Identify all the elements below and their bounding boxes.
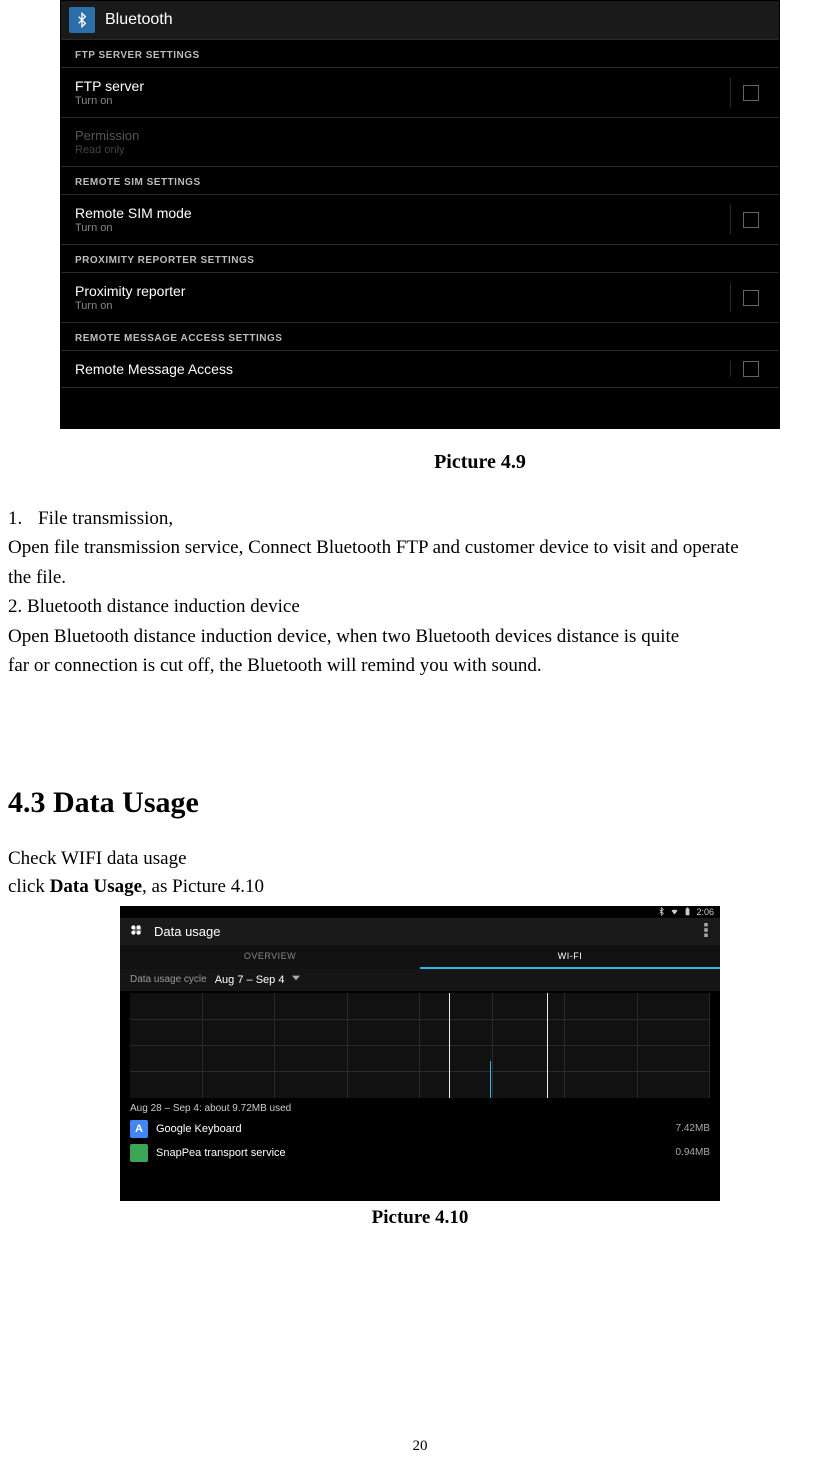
paragraph: Open file transmission service, Connect … [8,533,832,562]
row-title: Remote Message Access [75,361,718,377]
app-size: 7.42MB [676,1123,710,1134]
list-number: 1. [8,504,38,533]
cycle-label: Data usage cycle [130,974,207,985]
tab-overview[interactable]: OVERVIEW [120,945,420,969]
paragraph-line: Check WIFI data usage [8,845,832,874]
row-title: Permission [75,128,765,143]
paragraph: far or connection is cut off, the Blueto… [8,651,832,680]
body-text: 1. File transmission, Open file transmis… [0,504,840,681]
app-icon [130,1144,148,1162]
paragraph: the file. [8,563,832,592]
section-header: REMOTE MESSAGE ACCESS SETTINGS [61,323,779,351]
page-number: 20 [0,1438,840,1455]
status-time: 2:06 [696,907,714,917]
app-size: 0.94MB [676,1147,710,1158]
row-subtitle: Turn on [75,95,718,107]
checkbox[interactable] [743,212,759,228]
row-subtitle: Turn on [75,222,718,234]
row-title: Proximity reporter [75,283,718,299]
bluetooth-status-icon [657,907,666,916]
data-usage-header: Data usage [120,918,720,945]
settings-row-permission: Permission Read only [61,118,779,167]
cycle-value: Aug 7 – Sep 4 [215,974,285,986]
dropdown-caret-icon [292,974,300,985]
checkbox[interactable] [743,85,759,101]
settings-row-remote-message[interactable]: Remote Message Access [61,351,779,388]
tab-wifi[interactable]: WI-FI [420,945,720,969]
row-subtitle: Read only [75,144,765,156]
list-item-title: File transmission, [38,504,173,533]
checkbox[interactable] [743,361,759,377]
bluetooth-icon [69,7,95,33]
app-usage-row[interactable]: A Google Keyboard 7.42MB [120,1117,720,1141]
tabs: OVERVIEW WI-FI [120,945,720,969]
figure-caption: Picture 4.10 [0,1207,840,1229]
settings-row-remote-sim[interactable]: Remote SIM mode Turn on [61,195,779,245]
section-header: FTP SERVER SETTINGS [61,40,779,68]
paragraph: Open Bluetooth distance induction device… [8,622,832,651]
paragraph-line: click Data Usage, as Picture 4.10 [8,873,832,902]
wifi-status-icon [670,907,679,916]
data-usage-title: Data usage [154,924,690,939]
list-item-title: 2. Bluetooth distance induction device [8,592,832,621]
section-header: PROXIMITY REPORTER SETTINGS [61,245,779,273]
app-usage-row[interactable]: SnapPea transport service 0.94MB [120,1141,720,1165]
app-icon: A [130,1120,148,1138]
bluetooth-title: Bluetooth [105,11,173,29]
settings-row-proximity[interactable]: Proximity reporter Turn on [61,273,779,323]
section-heading: 4.3 Data Usage [0,786,840,820]
bluetooth-header: Bluetooth [61,1,779,40]
range-summary: Aug 28 – Sep 4: about 9.72MB used [120,1100,720,1117]
usage-chart[interactable] [130,993,710,1098]
checkbox[interactable] [743,290,759,306]
overflow-menu-icon[interactable] [700,923,712,940]
data-cycle-row[interactable]: Data usage cycle Aug 7 – Sep 4 [120,969,720,991]
settings-row-ftp-server[interactable]: FTP server Turn on [61,68,779,118]
data-usage-screenshot: 2:06 Data usage OVERVIEW WI-FI Data usag… [120,906,720,1201]
figure-caption: Picture 4.9 [0,451,840,474]
app-name: Google Keyboard [156,1123,668,1135]
status-bar: 2:06 [120,906,720,918]
chart-selection-handles[interactable] [449,993,548,1098]
row-title: Remote SIM mode [75,205,718,221]
battery-status-icon [683,907,692,916]
app-name: SnapPea transport service [156,1147,668,1159]
back-icon[interactable] [128,922,144,941]
paragraph: Check WIFI data usage click Data Usage, … [0,845,840,902]
row-title: FTP server [75,78,718,94]
section-header: REMOTE SIM SETTINGS [61,167,779,195]
row-subtitle: Turn on [75,300,718,312]
bluetooth-settings-screenshot: Bluetooth FTP SERVER SETTINGS FTP server… [60,0,780,429]
